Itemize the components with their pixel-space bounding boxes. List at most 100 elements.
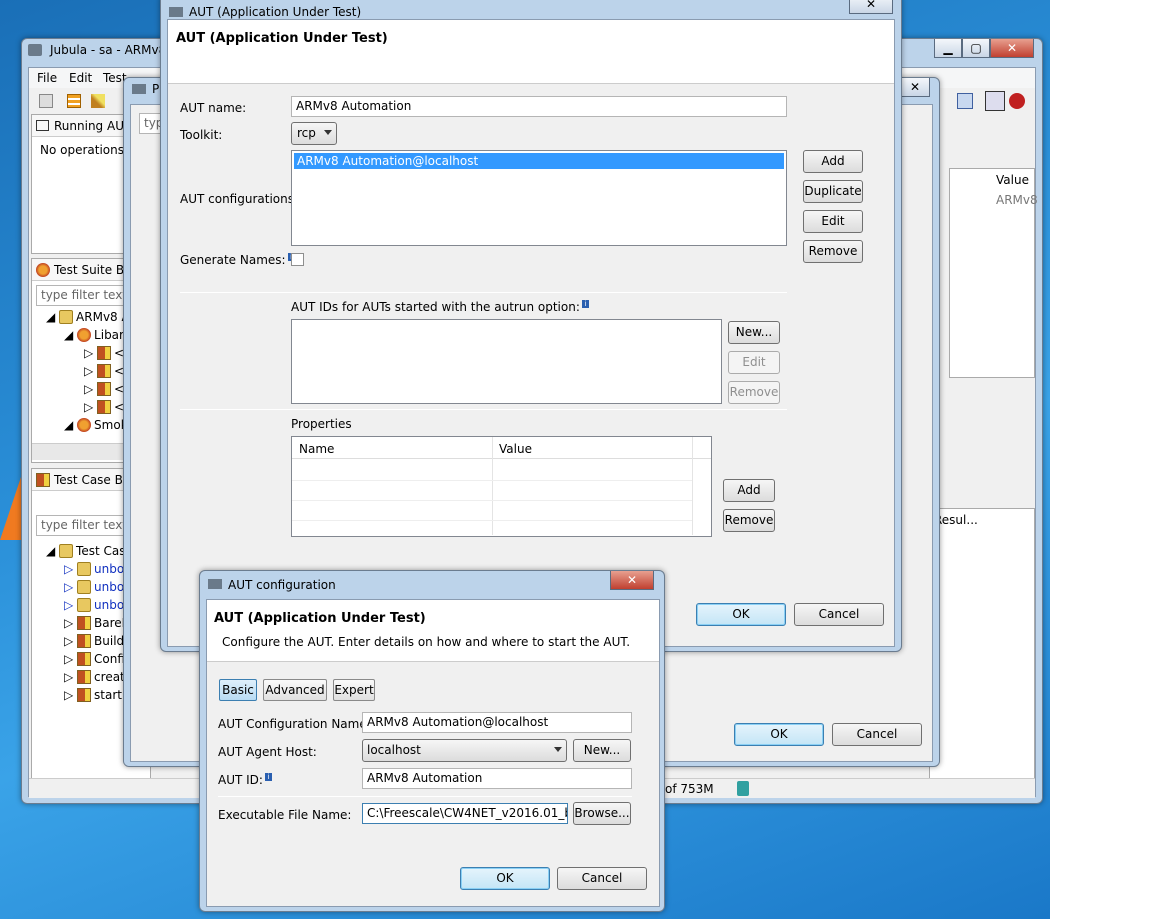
separator	[180, 409, 787, 410]
autids-list[interactable]	[291, 319, 722, 404]
config-duplicate-button[interactable]: Duplicate	[803, 180, 863, 203]
perspective-icon[interactable]	[957, 93, 973, 109]
testcase-icon	[97, 346, 112, 360]
project-ok-button[interactable]: OK	[734, 723, 824, 746]
trash-icon[interactable]	[737, 781, 749, 796]
autid-edit-button[interactable]: Edit	[728, 351, 780, 374]
menu-file[interactable]: File	[37, 71, 57, 85]
folder-icon	[59, 544, 74, 558]
config-remove-button[interactable]: Remove	[803, 240, 863, 263]
running-aut-message: No operations t	[40, 143, 133, 157]
testcase-icon	[77, 652, 92, 666]
case-tree-folder[interactable]: ▷ unbo	[64, 562, 124, 580]
suite-tree-item[interactable]: ▷ <	[84, 364, 124, 382]
wand-icon[interactable]	[91, 94, 105, 108]
aut-cancel-button[interactable]: Cancel	[794, 603, 884, 626]
agent-host-select[interactable]: localhost	[362, 739, 567, 762]
case-tree-root[interactable]: ◢ Test Case	[46, 544, 133, 562]
case-tree-item[interactable]: ▷ BareE	[64, 616, 129, 634]
minimize-button[interactable]: ▁	[934, 39, 962, 58]
autid-remove-button[interactable]: Remove	[728, 381, 780, 404]
save-icon[interactable]	[39, 94, 53, 108]
results-view: Resul...	[929, 508, 1035, 788]
case-tree-item[interactable]: ▷ creat	[64, 670, 125, 688]
aut-name-input[interactable]: ARMv8 Automation	[291, 96, 787, 117]
case-tree-item[interactable]: ▷ Confi	[64, 652, 125, 670]
aut-config-client: AUT (Application Under Test) Configure t…	[206, 599, 660, 907]
results-tab[interactable]: Resul...	[934, 513, 978, 527]
aut-ok-button[interactable]: OK	[696, 603, 786, 626]
config-ok-button[interactable]: OK	[460, 867, 550, 890]
aut-dialog-close[interactable]: ✕	[849, 0, 893, 14]
dialog-icon	[132, 84, 146, 94]
config-edit-button[interactable]: Edit	[803, 210, 863, 233]
aut-dialog: AUT (Application Under Test) ✕ AUT (Appl…	[160, 0, 902, 652]
project-cancel-button[interactable]: Cancel	[832, 723, 922, 746]
agent-host-label: AUT Agent Host:	[218, 745, 317, 759]
properties-table-header: Name Value	[292, 437, 711, 535]
testcase-icon	[97, 400, 112, 414]
folder-icon	[77, 580, 92, 594]
props-value: ARMv8	[996, 193, 1038, 207]
case-tree-item[interactable]: ▷ Build	[64, 634, 124, 652]
suite-tree-item[interactable]: ▷ <	[84, 400, 124, 418]
config-name-input[interactable]: ARMv8 Automation@localhost	[362, 712, 632, 733]
suite-tree-smoke[interactable]: ◢ Smok	[64, 418, 128, 436]
config-name-label: AUT Configuration Name:	[218, 717, 371, 731]
case-tree-folder[interactable]: ▷ unbo	[64, 580, 124, 598]
aut-config-heading: AUT (Application Under Test)	[214, 611, 426, 626]
table-row	[292, 480, 692, 481]
testcase-icon	[77, 616, 92, 630]
maximize-button[interactable]: ▢	[962, 39, 990, 58]
config-add-button[interactable]: Add	[803, 150, 863, 173]
testcase-icon	[77, 670, 92, 684]
properties-table[interactable]: Name Value	[291, 436, 712, 537]
testcase-icon	[77, 634, 92, 648]
aut-dialog-heading: AUT (Application Under Test)	[176, 31, 388, 46]
suite-tree-root[interactable]: ◢ ARMv8 A	[46, 310, 130, 328]
prop-col-name[interactable]: Name	[299, 442, 334, 456]
prop-col-value[interactable]: Value	[499, 442, 532, 456]
suite-tree-item[interactable]: ▷ <	[84, 346, 124, 364]
executable-input[interactable]: C:\Freescale\CW4NET_v2016.01_b160	[362, 803, 568, 824]
close-button[interactable]: ✕	[990, 39, 1034, 58]
config-cancel-button[interactable]: Cancel	[557, 867, 647, 890]
aut-config-dialog: AUT configuration ✕ AUT (Application Und…	[199, 570, 665, 912]
folder-icon	[77, 562, 92, 576]
autid-new-button[interactable]: New...	[728, 321, 780, 344]
toolkit-select[interactable]: rcp	[291, 122, 337, 145]
testcase-browser-icon	[36, 473, 50, 487]
project-dialog-close[interactable]: ✕	[900, 78, 930, 97]
project-icon	[59, 310, 74, 324]
prop-add-button[interactable]: Add	[723, 479, 775, 502]
generate-names-label: Generate Names:i	[180, 253, 295, 267]
browse-button[interactable]: Browse...	[573, 802, 631, 825]
case-tree-item[interactable]: ▷ startD	[64, 688, 131, 706]
library-icon	[77, 328, 92, 342]
suite-tree-library[interactable]: ◢ Libar	[64, 328, 124, 346]
chevron-down-icon	[324, 130, 332, 135]
separator	[180, 292, 787, 293]
case-tree-folder[interactable]: ▷ unbo	[64, 598, 124, 616]
generate-names-checkbox[interactable]	[291, 253, 304, 266]
tab-expert[interactable]: Expert	[333, 679, 375, 701]
aut-configurations-list[interactable]: ARMv8 Automation@localhost	[291, 150, 787, 246]
prop-remove-button[interactable]: Remove	[723, 509, 775, 532]
tab-advanced[interactable]: Advanced	[263, 679, 327, 701]
aut-config-close[interactable]: ✕	[610, 571, 654, 590]
dialog-icon	[208, 579, 222, 589]
aut-name-label: AUT name:	[180, 101, 247, 115]
menu-edit[interactable]: Edit	[69, 71, 92, 85]
testcase-icon	[97, 364, 112, 378]
aut-configurations-label: AUT configurations:	[180, 192, 299, 206]
testcase-icon	[97, 382, 112, 396]
config-list-item[interactable]: ARMv8 Automation@localhost	[294, 153, 784, 169]
tab-basic[interactable]: Basic	[219, 679, 257, 701]
agent-new-button[interactable]: New...	[573, 739, 631, 762]
aut-dialog-client: AUT (Application Under Test) AUT name: A…	[167, 19, 895, 647]
aut-id-input[interactable]: ARMv8 Automation	[362, 768, 632, 789]
list-icon[interactable]	[67, 94, 81, 108]
edit-perspective-icon[interactable]	[985, 91, 1005, 111]
execute-icon[interactable]	[1009, 93, 1025, 109]
suite-tree-item[interactable]: ▷ <	[84, 382, 124, 400]
